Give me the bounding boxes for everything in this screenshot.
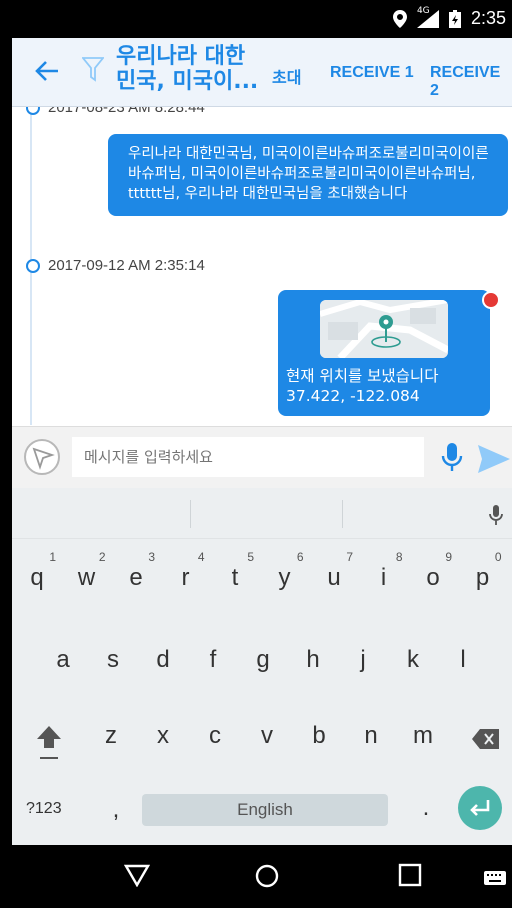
key-g[interactable]: g [248,646,278,674]
key-b[interactable]: b [304,722,334,750]
key-n[interactable]: n [356,722,386,750]
timeline-dot [26,258,40,273]
key-hint: 5 [247,550,254,564]
suggestion-divider [342,500,343,528]
key-hint: 1 [49,550,56,564]
input-bar [12,426,512,489]
system-message-bubble: 우리나라 대한민국님, 미국이이른바슈퍼조로불리미국이이른바슈퍼님, 미국이이른… [108,134,508,216]
key-k[interactable]: k [398,646,428,674]
key-v[interactable]: v [252,722,282,750]
send-failed-badge[interactable] [482,291,500,309]
key-i[interactable]: i8 [369,550,403,592]
back-arrow-icon[interactable] [34,58,60,84]
status-time: 2:35 [470,8,506,28]
period-key[interactable]: . [416,794,436,822]
key-o[interactable]: o9 [418,550,452,592]
message-input[interactable] [72,437,424,477]
symbols-key[interactable]: ?123 [26,800,62,818]
comma-key[interactable]: , [106,796,126,824]
key-l[interactable]: l [448,646,478,674]
key-hint: 6 [296,550,304,564]
filter-icon[interactable] [82,56,104,82]
title-line-2: 민국, 미국이... [116,69,259,94]
key-j[interactable]: j [348,646,378,674]
timeline-dot [26,107,40,115]
key-q[interactable]: q1 [22,550,56,592]
status-bar: 4G 2:35 [12,0,512,38]
key-hint: 0 [494,550,502,564]
shift-icon[interactable] [36,724,62,764]
key-f[interactable]: f [198,646,228,674]
keyboard-mic-icon[interactable] [488,504,504,526]
key-m[interactable]: m [408,722,438,750]
location-text: 현재 위치를 보냈습니다 37.422, -122.084 [286,367,439,405]
key-e[interactable]: e3 [121,550,155,592]
location-message-bubble[interactable]: 현재 위치를 보냈습니다 37.422, -122.084 [278,290,490,416]
timestamp: 2017-09-12 AM 2:35:14 [26,257,205,274]
key-s[interactable]: s [98,646,128,674]
key-a[interactable]: a [48,646,78,674]
key-hint: 8 [395,550,403,564]
backspace-icon[interactable] [472,728,500,750]
suggestion-divider [190,500,191,528]
key-hint: 9 [445,550,452,564]
key-hint: 3 [148,550,155,564]
keyboard: q1 w2 e3 r4 t5 y6 u7 i8 o9 p0 asdfghjkl zxcvbnm ?… [12,488,512,845]
nav-recents-icon[interactable] [398,863,422,887]
title-line-1: 우리나라 대한 [116,44,246,69]
enter-key[interactable] [458,786,502,830]
key-y[interactable]: y6 [270,550,304,592]
key-hint: 7 [346,550,353,564]
chat-title: 우리나라 대한 민국, 미국이... [116,44,266,94]
key-hint: 4 [197,550,205,564]
key-c[interactable]: c [200,722,230,750]
key-r[interactable]: r4 [171,550,205,592]
key-u[interactable]: u7 [319,550,353,592]
receive-2-button[interactable]: RECEIVE 2 [430,64,512,100]
key-h[interactable]: h [298,646,328,674]
mic-icon[interactable] [440,442,464,472]
key-x[interactable]: x [148,722,178,750]
message-list[interactable]: 2017-08-23 AM 8:28:44 우리나라 대한민국님, 미국이이른바… [12,107,512,425]
keyboard-icon[interactable] [484,871,506,885]
key-z[interactable]: z [96,722,126,750]
key-p[interactable]: p0 [468,550,502,592]
nav-home-icon[interactable] [254,863,280,889]
location-arrow-icon[interactable] [24,439,60,475]
key-w[interactable]: w2 [72,550,106,592]
screen: 4G 2:35 우리나라 대한 민국, 미국이... 초대 RECEIVE 1 … [12,0,512,908]
space-key[interactable]: English [142,794,388,826]
timestamp-top: 2017-08-23 AM 8:28:44 [26,107,205,116]
invite-button[interactable]: 초대 [272,64,301,88]
nav-back-icon[interactable] [124,863,150,887]
receive-1-button[interactable]: RECEIVE 1 [330,64,414,82]
key-hint: 2 [98,550,106,564]
enter-icon [470,800,490,816]
map-thumbnail[interactable] [320,300,448,358]
suggestion-strip [12,488,512,539]
navigation-bar [12,845,512,908]
send-icon[interactable] [478,445,510,473]
app-bar: 우리나라 대한 민국, 미국이... 초대 RECEIVE 1 RECEIVE … [12,38,512,107]
key-d[interactable]: d [148,646,178,674]
location-pin-icon [392,9,407,28]
key-t[interactable]: t5 [220,550,254,592]
signal-icon: 4G [416,6,439,28]
battery-icon [448,9,461,28]
